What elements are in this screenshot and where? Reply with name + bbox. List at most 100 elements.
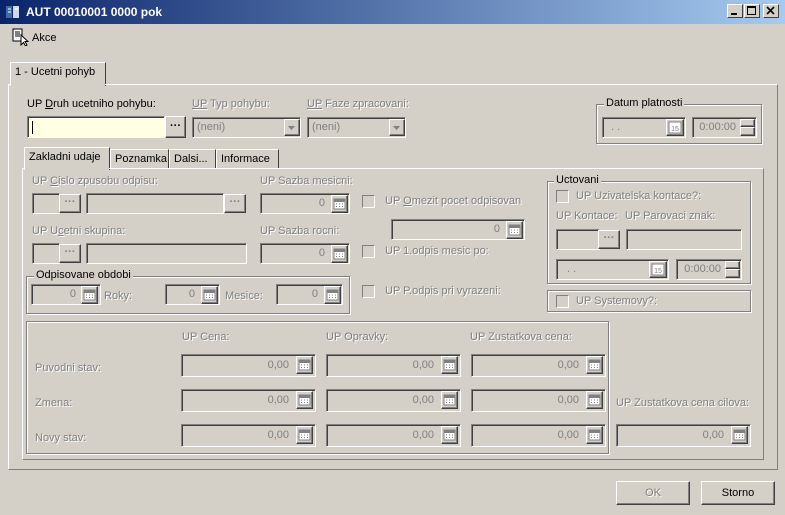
value-calc-button-r3-c1[interactable]	[296, 426, 313, 444]
obdobi-calc-button-3[interactable]	[324, 286, 341, 304]
roky-label: Roky:	[104, 290, 133, 302]
omezit-field[interactable]: 0	[391, 219, 525, 240]
calendar-icon: 15	[668, 121, 682, 134]
mesice-label: Mesice:	[225, 290, 263, 302]
cislo-label: UP Cislo zpusobu odpisu:	[32, 175, 158, 187]
faze-label: UP Faze zpracovani:	[307, 98, 409, 110]
uctovani-label: Uctovani	[554, 174, 601, 186]
cislo-name-lookup-button[interactable]: ···	[224, 194, 246, 213]
zmena-label: Zmena:	[35, 397, 73, 409]
value-text: 0,00	[267, 359, 289, 371]
systemovy-checkbox[interactable]	[556, 295, 569, 308]
maximize-button[interactable]	[744, 4, 760, 18]
uctovani-calendar-button[interactable]: 15	[649, 261, 667, 278]
ucetni-skupina-label: UP Ucetni skupina:	[32, 225, 126, 237]
opravky-header: UP Opravky:	[326, 331, 389, 343]
datum-label: Datum platnosti	[604, 97, 685, 109]
value-calc-button-r3-c3[interactable]	[586, 426, 603, 444]
maximize-icon	[747, 6, 756, 15]
close-button[interactable]	[763, 4, 779, 18]
value-calc-button-r1-c2[interactable]	[441, 356, 458, 374]
calculator-icon	[508, 224, 521, 236]
time-spin-up[interactable]	[740, 119, 755, 127]
cena-header: UP Cena:	[182, 331, 230, 343]
typ-label: UP Typ pohybu:	[192, 98, 270, 110]
value-calc-button-r2-c1[interactable]	[296, 391, 313, 409]
tab-joint	[11, 84, 105, 86]
close-icon	[766, 6, 775, 15]
kontace-field[interactable]	[556, 229, 600, 250]
cilova-label: UP Zustatkova cena cilova:	[616, 397, 750, 409]
kontace-lookup-button[interactable]: ···	[598, 230, 620, 249]
omezit-checkbox[interactable]	[362, 195, 375, 208]
puvodni-label: Puvodni stav:	[35, 362, 102, 374]
cislo-lookup-button[interactable]: ···	[59, 194, 81, 213]
druh-input[interactable]	[27, 116, 165, 138]
obdobi-calc-button-1[interactable]	[81, 286, 98, 304]
tab-poznamka[interactable]: Poznamka	[110, 149, 169, 169]
calculator-icon	[333, 248, 346, 260]
svg-text:15: 15	[654, 268, 662, 275]
tab-dalsi[interactable]: Dalsi...	[169, 149, 216, 169]
menu-akce[interactable]: Akce	[32, 32, 56, 44]
sazba-mesicni-calc-button[interactable]	[331, 195, 348, 213]
sazba-rocni-calc-button[interactable]	[331, 245, 348, 263]
ucetni-skupina-name-field[interactable]	[86, 243, 247, 264]
value-text: 0,00	[412, 394, 434, 406]
calculator-icon	[443, 359, 456, 371]
omezit-label: UP Omezit pocet odpisovan	[385, 195, 522, 207]
cilova-calc-button[interactable]	[731, 426, 748, 444]
sazba-mesicni-label: UP Sazba mesicni:	[260, 175, 353, 187]
calculator-icon	[326, 289, 339, 301]
cislo-code-field[interactable]	[32, 193, 60, 214]
ucetni-skupina-code-field[interactable]	[32, 243, 60, 264]
podpis-label: UP P.odpis pri vyrazeni:	[385, 285, 501, 297]
calculator-icon	[203, 289, 216, 301]
minimize-button[interactable]	[727, 4, 743, 18]
novy-label: Novy stav:	[35, 432, 87, 444]
uzivatelska-kontace-checkbox[interactable]	[556, 190, 569, 203]
tab-zakladni-udaje[interactable]: Zakladni udaje	[24, 147, 110, 170]
druh-lookup-button[interactable]: ···	[165, 116, 186, 138]
value-text: 0,00	[412, 429, 434, 441]
podpis-checkbox[interactable]	[362, 285, 375, 298]
calculator-icon	[588, 359, 601, 371]
ok-button[interactable]: OK	[616, 481, 690, 505]
storno-button[interactable]: Storno	[701, 481, 775, 505]
calculator-icon	[588, 429, 601, 441]
omezit-calc-button[interactable]	[506, 221, 523, 239]
value-calc-button-r1-c3[interactable]	[586, 356, 603, 374]
calculator-icon	[298, 394, 311, 406]
calculator-icon	[298, 429, 311, 441]
value-text: 0,00	[557, 429, 579, 441]
odpis1-checkbox[interactable]	[362, 245, 375, 258]
systemovy-label: UP Systemovy?:	[576, 295, 658, 307]
uctovani-time-spin-down[interactable]	[725, 269, 740, 278]
tab-informace[interactable]: Informace	[216, 149, 279, 169]
menu-bar	[0, 24, 785, 52]
sazba-rocni-label: UP Sazba rocni:	[260, 225, 340, 237]
value-text: 0,00	[267, 429, 289, 441]
obdobi-calc-button-2[interactable]	[201, 286, 218, 304]
value-calc-button-r3-c2[interactable]	[441, 426, 458, 444]
value-calc-button-r2-c3[interactable]	[586, 391, 603, 409]
minimize-icon	[731, 13, 737, 15]
action-icon	[12, 28, 30, 46]
parovaci-field[interactable]	[626, 229, 742, 250]
time-spin-down[interactable]	[740, 127, 755, 136]
svg-text:15: 15	[671, 126, 679, 133]
cislo-name-field[interactable]	[86, 193, 224, 214]
uctovani-time-spin-up[interactable]	[725, 261, 740, 269]
uzivatelska-kontace-label: UP Uzivatelska kontace?:	[576, 190, 702, 202]
ucetni-skupina-lookup-button[interactable]: ···	[59, 244, 81, 263]
value-calc-button-r1-c1[interactable]	[296, 356, 313, 374]
calculator-icon	[588, 394, 601, 406]
value-calc-button-r2-c2[interactable]	[441, 391, 458, 409]
app-icon	[6, 6, 19, 18]
faze-dropdown-button[interactable]	[389, 119, 405, 136]
typ-dropdown-button[interactable]	[284, 119, 300, 136]
datum-calendar-button[interactable]: 15	[666, 119, 684, 136]
subtab-joint	[25, 168, 109, 170]
calculator-icon	[333, 198, 346, 210]
tab-ucetni-pohyb[interactable]: 1 - Ucetni pohyb	[10, 62, 106, 86]
